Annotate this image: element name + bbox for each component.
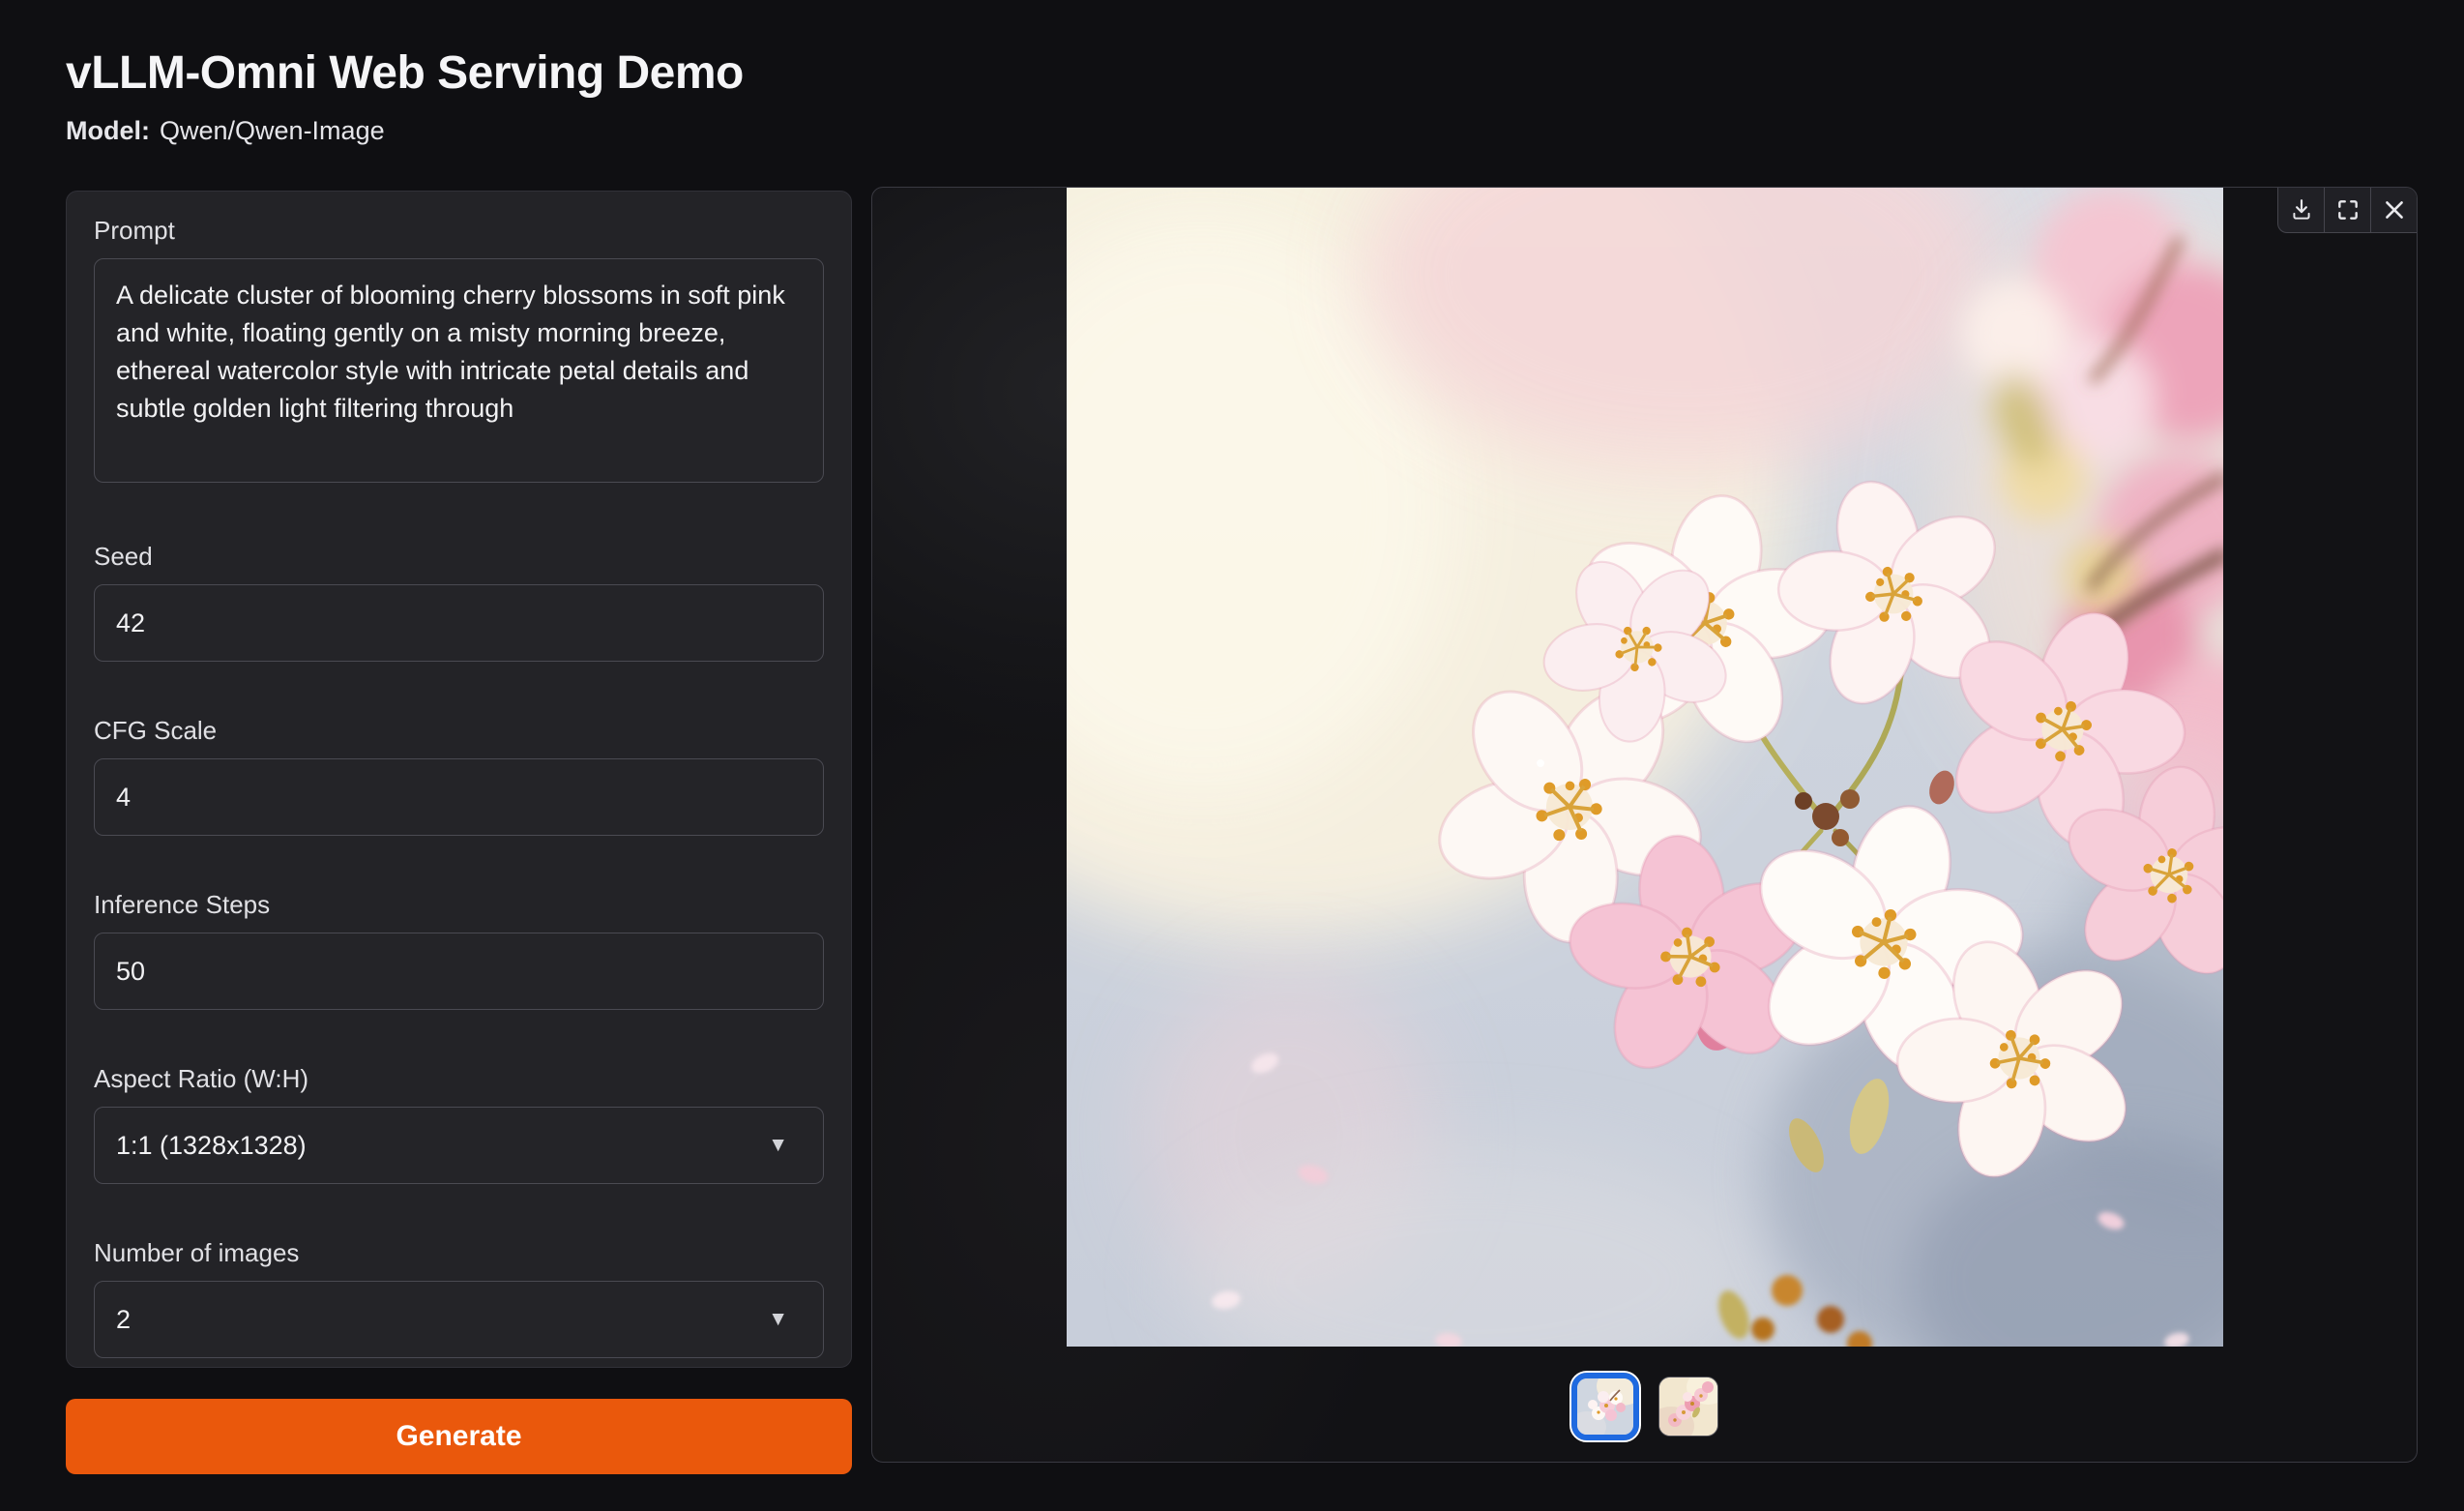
prompt-group: Prompt A delicate cluster of blooming ch… (94, 216, 824, 488)
fullscreen-icon (2335, 197, 2361, 222)
chevron-down-icon: ▼ (768, 1308, 788, 1331)
download-icon (2289, 197, 2314, 222)
app-root: { "header": { "title": "vLLM-Omni Web Se… (0, 0, 2464, 1511)
model-label: Model: (66, 116, 150, 145)
seed-group: Seed (94, 542, 824, 662)
prompt-label: Prompt (94, 216, 824, 245)
model-value: Qwen/Qwen-Image (160, 116, 385, 145)
generate-button[interactable]: Generate (66, 1399, 852, 1474)
generated-image[interactable] (1067, 188, 2223, 1347)
num-images-value: 2 (116, 1305, 131, 1335)
page-title: vLLM-Omni Web Serving Demo (66, 44, 744, 103)
settings-panel: Prompt A delicate cluster of blooming ch… (66, 191, 852, 1368)
aspect-ratio-value: 1:1 (1328x1328) (116, 1131, 307, 1161)
thumbnail-2[interactable] (1658, 1377, 1718, 1437)
gallery-thumbnails (1571, 1373, 1718, 1440)
close-icon (2382, 197, 2407, 222)
cfg-group: CFG Scale (94, 716, 824, 836)
fullscreen-button[interactable] (2324, 188, 2370, 232)
seed-input[interactable] (94, 584, 824, 662)
num-images-group: Number of images 2 ▼ (94, 1238, 824, 1358)
thumbnail-selected[interactable] (1571, 1373, 1639, 1440)
close-button[interactable] (2370, 188, 2417, 232)
steps-group: Inference Steps (94, 890, 824, 1010)
num-images-select[interactable]: 2 ▼ (94, 1281, 824, 1358)
num-images-label: Number of images (94, 1238, 824, 1267)
inference-steps-label: Inference Steps (94, 890, 824, 919)
aspect-ratio-label: Aspect Ratio (W:H) (94, 1064, 824, 1093)
aspect-ratio-group: Aspect Ratio (W:H) 1:1 (1328x1328) ▼ (94, 1064, 824, 1184)
image-toolbar (2277, 188, 2417, 233)
cfg-scale-label: CFG Scale (94, 716, 824, 745)
model-line: Model: Qwen/Qwen-Image (66, 116, 385, 146)
prompt-input[interactable]: A delicate cluster of blooming cherry bl… (94, 258, 824, 483)
image-viewer-panel (871, 187, 2418, 1463)
seed-label: Seed (94, 542, 824, 571)
download-button[interactable] (2278, 188, 2324, 232)
inference-steps-input[interactable] (94, 933, 824, 1010)
aspect-ratio-select[interactable]: 1:1 (1328x1328) ▼ (94, 1107, 824, 1184)
cfg-scale-input[interactable] (94, 758, 824, 836)
chevron-down-icon: ▼ (768, 1134, 788, 1157)
